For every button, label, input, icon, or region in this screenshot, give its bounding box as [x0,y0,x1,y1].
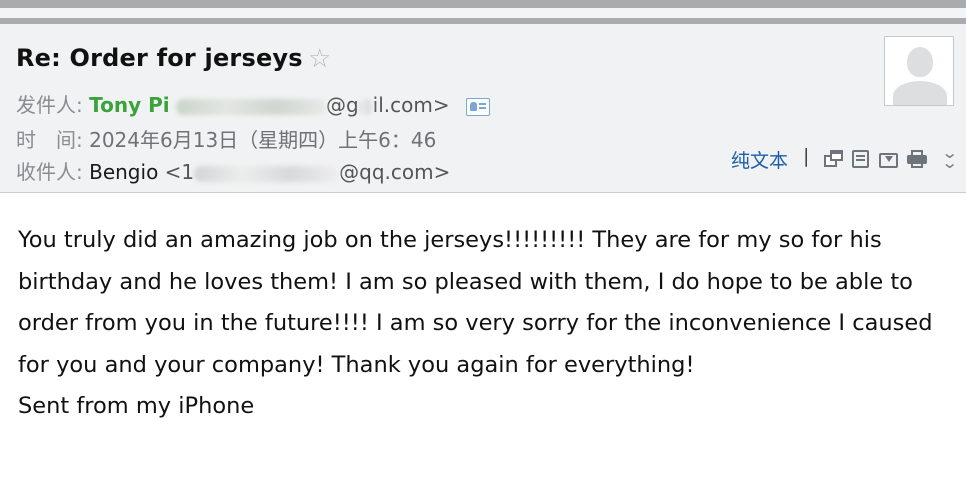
email-subject: Re: Order for jerseys [16,44,303,72]
recipient-address-prefix: <1 [164,160,195,184]
contact-card-icon[interactable] [465,97,490,116]
sender-address: il.com> [372,93,450,117]
toolbar-separator: | [803,145,810,167]
from-row: 发件人: Tony Pi @g il.com> [16,89,490,118]
plain-text-link[interactable]: 纯文本 [731,146,788,173]
signature: Sent from my iPhone [18,393,255,419]
sender-avatar[interactable] [884,36,954,106]
note-icon[interactable] [851,150,871,168]
recipient-name[interactable]: Bengio [89,160,158,184]
sent-time: 2024年6月13日（星期四）上午6：46 [89,128,437,152]
body-paragraph: You truly did an amazing job on the jers… [18,227,933,378]
avatar-head [907,47,933,77]
save-download-icon[interactable] [879,150,899,168]
redacted-recipient-address [194,165,340,182]
from-label: 发件人: [16,93,83,117]
time-row: 时 间: 2024年6月13日（星期四）上午6：46 [16,124,436,153]
redacted-sender-address [175,98,326,115]
to-row: 收件人: Bengio <1 @qq.com> [16,156,450,185]
new-window-icon[interactable] [824,150,844,168]
time-label: 时 间: [16,128,83,152]
sender-address-domain-prefix: @g [325,93,359,117]
avatar-body [893,81,947,105]
email-body: You truly did an amazing job on the jers… [18,220,958,428]
sender-name[interactable]: Tony Pi [89,93,169,117]
star-outline-icon[interactable]: ☆ [308,46,331,72]
print-icon[interactable] [907,150,927,168]
redacted-sender-domain [358,98,373,115]
chevron-double-down-icon[interactable]: ⌄ ⌄ [941,144,958,170]
window-top-border [0,0,966,8]
window-top-gap [0,8,966,18]
recipient-address: @qq.com> [339,160,451,184]
to-label: 收件人: [16,160,83,184]
